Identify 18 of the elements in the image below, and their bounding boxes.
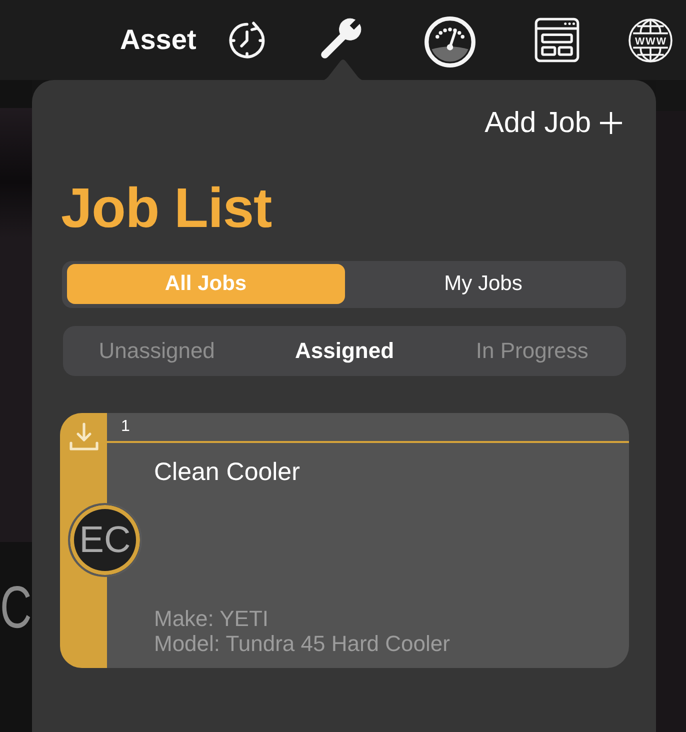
gauge-icon[interactable] bbox=[424, 16, 476, 68]
job-number: 1 bbox=[121, 418, 130, 436]
add-job-button[interactable]: Add Job bbox=[484, 106, 622, 140]
globe-icon[interactable]: WWW bbox=[628, 18, 674, 62]
wrench-icon[interactable] bbox=[320, 18, 362, 60]
clock-icon[interactable] bbox=[228, 21, 266, 59]
browser-window-icon[interactable] bbox=[534, 17, 580, 63]
job-card[interactable]: 1 Clean Cooler Make: YETI Model: Tundra 45 Hard Cooler EC bbox=[60, 413, 629, 668]
job-detail: Make: YETI bbox=[154, 606, 269, 631]
page-title: Job List bbox=[61, 176, 272, 240]
background-text: C bbox=[0, 579, 32, 638]
job-title: Clean Cooler bbox=[154, 457, 300, 487]
job-detail: Model: Tundra 45 Hard Cooler bbox=[154, 631, 450, 656]
segment-tab[interactable]: My Jobs bbox=[344, 264, 622, 304]
status-tab[interactable]: Assigned bbox=[250, 326, 438, 376]
plus-icon bbox=[600, 112, 622, 134]
toolbar-title: Asset bbox=[120, 23, 196, 57]
avatar: EC bbox=[68, 503, 142, 577]
